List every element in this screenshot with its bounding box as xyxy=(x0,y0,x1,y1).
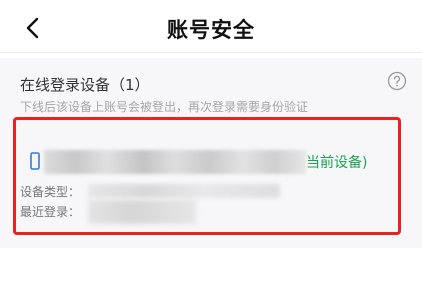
header-divider xyxy=(0,52,422,53)
page-title: 账号安全 xyxy=(167,18,255,42)
device-name-redacted xyxy=(44,150,306,174)
device-type-redacted xyxy=(88,184,280,198)
phone-icon xyxy=(30,152,40,170)
recent-login-label: 最近登录： xyxy=(20,205,81,219)
account-security-screen: 账号安全 在线登录设备（1） 下线后该设备上账号会被登出，再次登录需要身份验证 … xyxy=(0,0,422,301)
device-type-label: 设备类型： xyxy=(20,185,81,199)
top-bar: 账号安全 xyxy=(0,0,422,56)
help-button[interactable] xyxy=(387,71,407,91)
online-devices-description: 下线后该设备上账号会被登出，再次登录需要身份验证 xyxy=(20,100,309,114)
bottom-blank-area xyxy=(0,248,422,301)
current-device-card[interactable]: 当前设备) 设备类型： 最近登录： xyxy=(13,117,401,235)
recent-login-redacted xyxy=(88,200,196,224)
current-device-tag: 当前设备) xyxy=(306,155,368,171)
online-devices-title: 在线登录设备（1） xyxy=(20,76,150,94)
question-circle-icon xyxy=(387,71,407,91)
